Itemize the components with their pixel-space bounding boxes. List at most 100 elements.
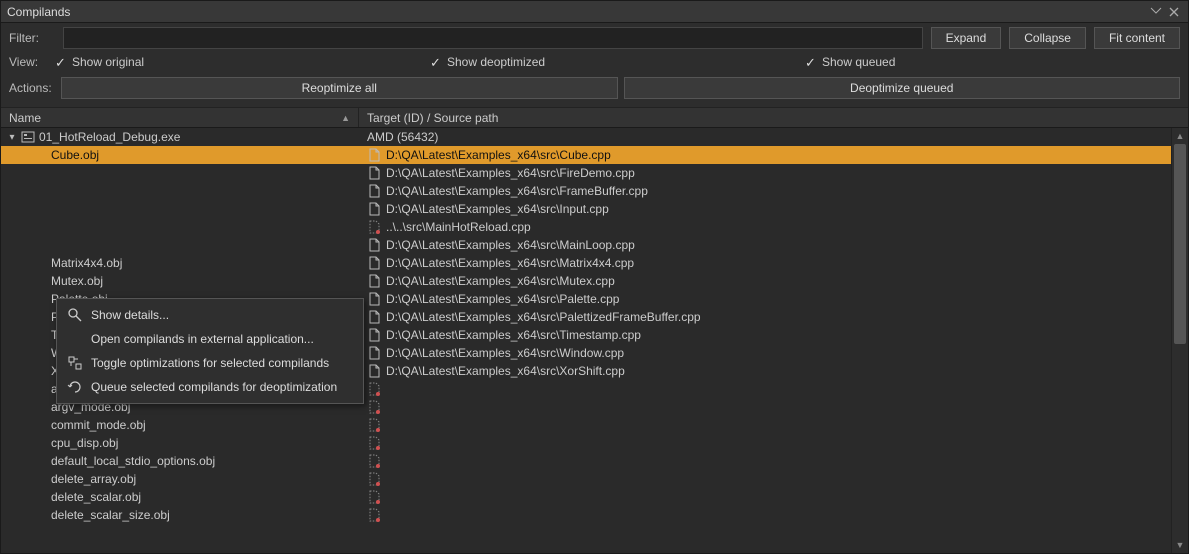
missing-file-icon (367, 382, 381, 396)
source-file-icon (367, 346, 381, 360)
compilands-grid: Name ▲ Target (ID) / Source path ▾ 01_Ho… (1, 107, 1188, 553)
fit-content-button[interactable]: Fit content (1094, 27, 1180, 49)
blank-icon (67, 331, 83, 347)
source-file-icon (367, 184, 381, 198)
source-file-icon (367, 274, 381, 288)
grid-header: Name ▲ Target (ID) / Source path (1, 108, 1188, 128)
exe-icon (21, 130, 35, 144)
actions-row: Actions: Reoptimize all Deoptimize queue… (1, 75, 1188, 107)
table-row[interactable]: delete_array.obj (1, 470, 1188, 488)
check-icon: ✓ (55, 57, 66, 68)
compiland-name: Cube.obj (51, 148, 99, 162)
ctx-queue-deopt[interactable]: Queue selected compilands for deoptimiza… (57, 375, 363, 399)
grid-body[interactable]: ▾ 01_HotReload_Debug.exe AMD (56432) Cub… (1, 128, 1188, 553)
table-row[interactable]: Matrix4x4.obj D:\QA\Latest\Examples_x64\s… (1, 254, 1188, 272)
view-deopt-check[interactable]: ✓ Show deoptimized (430, 55, 805, 69)
deoptimize-queued-button[interactable]: Deoptimize queued (624, 77, 1181, 99)
source-file-icon (367, 256, 381, 270)
missing-file-icon (367, 454, 381, 468)
view-row: View: ✓ Show original ✓ Show deoptimized… (1, 53, 1188, 75)
filter-row: Filter: Expand Collapse Fit content (1, 23, 1188, 53)
table-row[interactable]: delete_scalar_size.obj (1, 506, 1188, 524)
collapse-triangle-icon[interactable]: ▾ (7, 132, 17, 143)
compilands-panel: Compilands Filter: Expand Collapse Fit c… (0, 0, 1189, 554)
compiland-name: delete_scalar_size.obj (51, 508, 170, 522)
compiland-name: commit_mode.obj (51, 418, 146, 432)
source-file-icon (367, 148, 381, 162)
window-title: Compilands (7, 5, 1146, 19)
source-file-icon (367, 238, 381, 252)
column-header-name[interactable]: Name ▲ (1, 108, 359, 127)
compiland-name: delete_array.obj (51, 472, 136, 486)
root-name: 01_HotReload_Debug.exe (39, 130, 180, 144)
source-file-icon (367, 166, 381, 180)
view-queued-check[interactable]: ✓ Show queued (805, 55, 1180, 69)
column-header-target[interactable]: Target (ID) / Source path (359, 108, 1171, 127)
table-row[interactable]: default_local_stdio_options.obj (1, 452, 1188, 470)
source-path: D:\QA\Latest\Examples_x64\src\Timestamp.… (386, 328, 641, 342)
collapse-button[interactable]: Collapse (1009, 27, 1086, 49)
check-icon: ✓ (805, 57, 816, 68)
compiland-name: default_local_stdio_options.obj (51, 454, 215, 468)
missing-file-icon (367, 220, 381, 234)
ctx-open-external[interactable]: Open compilands in external application.… (57, 327, 363, 351)
ctx-show-details[interactable]: Show details... (57, 303, 363, 327)
source-path: D:\QA\Latest\Examples_x64\src\Cube.cpp (386, 148, 611, 162)
source-path: D:\QA\Latest\Examples_x64\src\Mutex.cpp (386, 274, 615, 288)
table-row[interactable]: Mutex.objD:\QA\Latest\Examples_x64\src\M… (1, 272, 1188, 290)
view-deopt-label: Show deoptimized (447, 55, 545, 69)
table-row[interactable]: D:\QA\Latest\Examples_x64\src\FireDemo.c… (1, 164, 1188, 182)
expand-button[interactable]: Expand (931, 27, 1002, 49)
source-path: D:\QA\Latest\Examples_x64\src\FrameBuffe… (386, 184, 648, 198)
source-path: D:\QA\Latest\Examples_x64\src\Palette.cp… (386, 292, 619, 306)
view-label: View: (9, 55, 55, 69)
vertical-scrollbar[interactable]: ▲ ▼ (1171, 128, 1188, 553)
view-queued-label: Show queued (822, 55, 895, 69)
close-icon[interactable] (1166, 5, 1182, 19)
missing-file-icon (367, 400, 381, 414)
queue-icon (67, 379, 83, 395)
table-row[interactable]: delete_scalar.obj (1, 488, 1188, 506)
check-icon: ✓ (430, 57, 441, 68)
compiland-name: Matrix4x4.obj (51, 256, 122, 270)
missing-file-icon (367, 472, 381, 486)
toggle-opt-icon (67, 355, 83, 371)
missing-file-icon (367, 490, 381, 504)
view-original-check[interactable]: ✓ Show original (55, 55, 430, 69)
magnifier-icon (67, 307, 83, 323)
source-file-icon (367, 202, 381, 216)
actions-label: Actions: (9, 81, 55, 95)
view-original-label: Show original (72, 55, 144, 69)
table-row[interactable]: D:\QA\Latest\Examples_x64\src\MainLoop.c… (1, 236, 1188, 254)
source-path: D:\QA\Latest\Examples_x64\src\Matrix4x4.… (386, 256, 634, 270)
reoptimize-all-button[interactable]: Reoptimize all (61, 77, 618, 99)
missing-file-icon (367, 508, 381, 522)
source-file-icon (367, 364, 381, 378)
filter-input[interactable] (63, 27, 923, 49)
table-row[interactable]: commit_mode.obj (1, 416, 1188, 434)
scroll-up-icon[interactable]: ▲ (1172, 128, 1188, 144)
table-row[interactable]: D:\QA\Latest\Examples_x64\src\Input.cpp (1, 200, 1188, 218)
source-file-icon (367, 292, 381, 306)
source-file-icon (367, 328, 381, 342)
compiland-name: delete_scalar.obj (51, 490, 141, 504)
source-path: D:\QA\Latest\Examples_x64\src\FireDemo.c… (386, 166, 635, 180)
sort-asc-icon: ▲ (341, 113, 350, 123)
window-menu-button[interactable] (1148, 5, 1164, 19)
table-row[interactable]: cpu_disp.obj (1, 434, 1188, 452)
scroll-thumb[interactable] (1174, 144, 1186, 344)
source-path: ..\..\src\MainHotReload.cpp (386, 220, 531, 234)
tree-root-row[interactable]: ▾ 01_HotReload_Debug.exe AMD (56432) (1, 128, 1188, 146)
scroll-track[interactable] (1172, 144, 1188, 537)
titlebar: Compilands (1, 1, 1188, 23)
source-file-icon (367, 310, 381, 324)
missing-file-icon (367, 418, 381, 432)
source-path: D:\QA\Latest\Examples_x64\src\XorShift.c… (386, 364, 625, 378)
table-row[interactable]: Cube.obj D:\QA\Latest\Examples_x64\src\Cu… (1, 146, 1188, 164)
scroll-down-icon[interactable]: ▼ (1172, 537, 1188, 553)
ctx-toggle-optimizations[interactable]: Toggle optimizations for selected compil… (57, 351, 363, 375)
table-row[interactable]: D:\QA\Latest\Examples_x64\src\FrameBuffe… (1, 182, 1188, 200)
source-path: D:\QA\Latest\Examples_x64\src\MainLoop.c… (386, 238, 635, 252)
context-menu: Show details... Open compilands in exter… (56, 298, 364, 404)
table-row[interactable]: ..\..\src\MainHotReload.cpp (1, 218, 1188, 236)
